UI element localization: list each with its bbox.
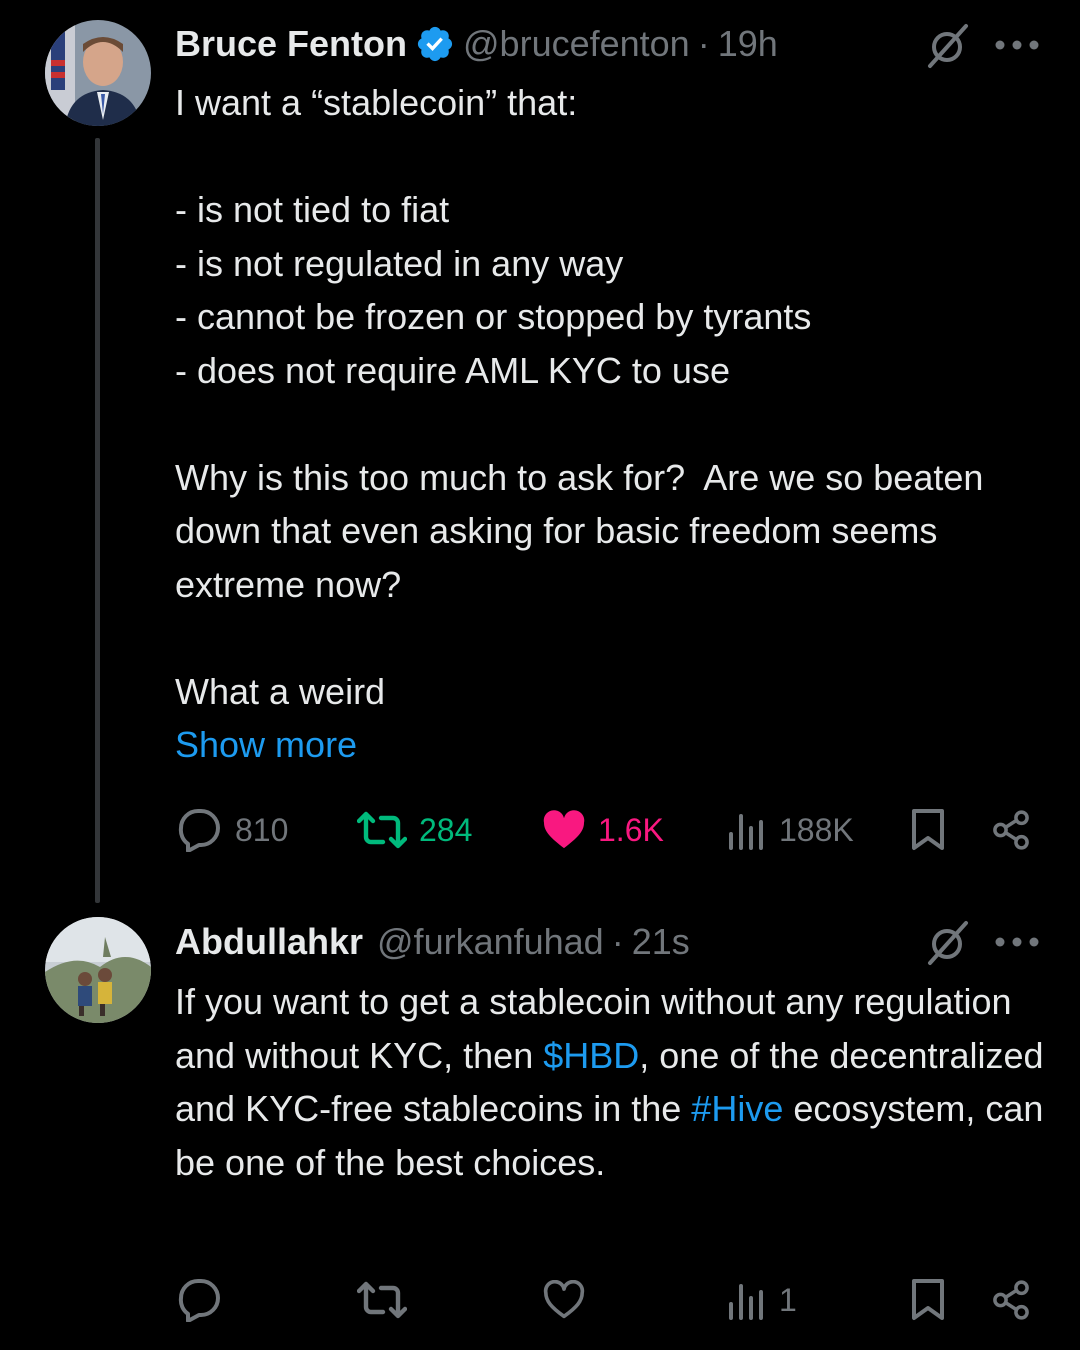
- more-icon[interactable]: [994, 936, 1040, 948]
- tweet-abdullahkr[interactable]: Abdullahkr @furkanfuhad · 21s If you wan…: [0, 900, 1080, 1350]
- grok-icon[interactable]: [922, 917, 972, 967]
- repost-button[interactable]: [357, 1275, 419, 1325]
- views-button[interactable]: 1: [727, 1275, 797, 1325]
- timestamp[interactable]: 19h: [718, 23, 778, 65]
- reply-icon: [178, 809, 220, 852]
- separator: ·: [611, 921, 624, 962]
- timestamp[interactable]: 21s: [632, 921, 690, 963]
- tweet-header: Abdullahkr @furkanfuhad · 21s: [175, 917, 690, 967]
- show-more-link[interactable]: Show more: [175, 718, 1045, 772]
- like-count: 1.6K: [598, 811, 664, 848]
- bookmark-icon: [912, 809, 944, 850]
- reply-icon: [178, 1279, 220, 1322]
- action-bar: 1: [175, 1275, 1045, 1325]
- share-button[interactable]: [990, 805, 1032, 855]
- bookmark-button[interactable]: [910, 1275, 946, 1325]
- views-count: 1: [779, 1281, 797, 1318]
- share-button[interactable]: [990, 1275, 1032, 1325]
- like-icon: [543, 1280, 585, 1319]
- tweet-bruce-fenton[interactable]: Bruce Fenton @brucefenton · 19h I want a…: [0, 0, 1080, 903]
- author-name[interactable]: Bruce Fenton: [175, 23, 407, 65]
- thread-line: [95, 138, 100, 903]
- separator: ·: [697, 23, 710, 64]
- action-bar: 810 284 1.6K 188K: [175, 805, 1045, 855]
- repost-count: 284: [419, 811, 473, 848]
- like-filled-icon: [543, 810, 585, 849]
- cashtag-link[interactable]: $HBD: [543, 1035, 639, 1076]
- tweet-text: If you want to get a stablecoin without …: [175, 975, 1045, 1189]
- repost-icon: [357, 811, 407, 849]
- reply-count: 810: [235, 811, 289, 848]
- bookmark-icon: [912, 1279, 944, 1320]
- repost-button[interactable]: 284: [357, 805, 472, 855]
- verified-badge-icon: [415, 24, 455, 64]
- grok-icon[interactable]: [922, 20, 972, 70]
- views-icon: [729, 814, 763, 850]
- views-button[interactable]: 188K: [727, 805, 854, 855]
- repost-icon: [357, 1281, 407, 1319]
- tweet-header: Bruce Fenton @brucefenton · 19h: [175, 19, 778, 69]
- reply-button[interactable]: 810: [175, 805, 288, 855]
- more-icon[interactable]: [994, 39, 1040, 51]
- share-icon: [993, 810, 1029, 850]
- bookmark-button[interactable]: [910, 805, 946, 855]
- header-actions: [922, 20, 1040, 70]
- views-count: 188K: [779, 811, 854, 848]
- avatar[interactable]: [45, 917, 151, 1023]
- hashtag-link[interactable]: #Hive: [691, 1088, 783, 1129]
- header-actions: [922, 917, 1040, 967]
- like-button[interactable]: [542, 1275, 598, 1325]
- author-name[interactable]: Abdullahkr: [175, 921, 363, 963]
- author-handle[interactable]: @brucefenton: [463, 23, 690, 65]
- avatar[interactable]: [45, 20, 151, 126]
- reply-button[interactable]: [175, 1275, 235, 1325]
- like-button[interactable]: 1.6K: [542, 805, 664, 855]
- views-icon: [729, 1284, 763, 1320]
- tweet-text: I want a “stablecoin” that: - is not tie…: [175, 82, 984, 712]
- author-handle[interactable]: @furkanfuhad: [377, 921, 604, 963]
- share-icon: [993, 1280, 1029, 1320]
